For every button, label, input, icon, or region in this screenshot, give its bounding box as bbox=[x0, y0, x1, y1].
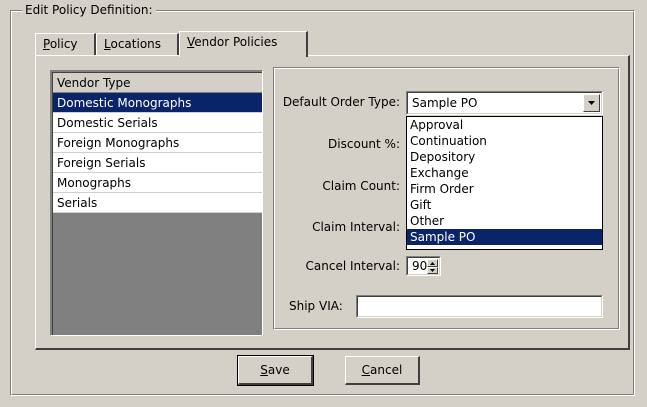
ship-via-input[interactable] bbox=[356, 295, 603, 318]
arrow-down-icon bbox=[430, 269, 435, 272]
dropdown-option[interactable]: Depository bbox=[407, 149, 602, 165]
ship-via-label: Ship VIA: bbox=[289, 299, 343, 313]
cancel-interval-input[interactable]: 90 bbox=[412, 259, 427, 273]
vendor-type-item[interactable]: Foreign Serials bbox=[53, 153, 262, 173]
vendor-type-header[interactable]: Vendor Type bbox=[53, 73, 262, 93]
tab-locations[interactable]: Locations bbox=[96, 33, 179, 55]
claim-interval-label: Claim Interval: bbox=[312, 220, 400, 234]
default-order-type-value: Sample PO bbox=[412, 96, 478, 110]
claim-count-label: Claim Count: bbox=[322, 179, 400, 193]
default-order-type-select[interactable]: Sample PO bbox=[406, 91, 603, 115]
discount-label: Discount %: bbox=[328, 137, 400, 151]
dropdown-option[interactable]: Exchange bbox=[407, 165, 602, 181]
tab-vendor-policies[interactable]: Vendor Policies bbox=[179, 31, 308, 57]
vendor-type-item[interactable]: Serials bbox=[53, 193, 262, 213]
dropdown-option[interactable]: Continuation bbox=[407, 133, 602, 149]
spin-down-button[interactable] bbox=[427, 267, 438, 274]
vendor-type-item[interactable]: Monographs bbox=[53, 173, 262, 193]
dropdown-option[interactable]: Other bbox=[407, 213, 602, 229]
spin-up-button[interactable] bbox=[427, 259, 438, 267]
vendor-type-list[interactable]: Vendor Type Domestic Monographs Domestic… bbox=[50, 70, 263, 336]
dropdown-option[interactable]: Gift bbox=[407, 197, 602, 213]
cancel-interval-label: Cancel Interval: bbox=[305, 259, 400, 273]
group-legend: Edit Policy Definition: bbox=[22, 3, 156, 17]
dropdown-option[interactable]: Firm Order bbox=[407, 181, 602, 197]
arrow-up-icon bbox=[430, 262, 435, 265]
default-order-type-label: Default Order Type: bbox=[282, 95, 400, 109]
vendor-type-item[interactable]: Foreign Monographs bbox=[53, 133, 262, 153]
dropdown-option[interactable]: Approval bbox=[407, 117, 602, 133]
dropdown-arrow-button[interactable] bbox=[583, 94, 600, 112]
vendor-type-item[interactable]: Domestic Serials bbox=[53, 113, 262, 133]
cancel-interval-spinner[interactable]: 90 bbox=[406, 256, 441, 276]
cancel-button[interactable]: Cancel bbox=[345, 356, 420, 385]
save-button[interactable]: Save bbox=[237, 355, 314, 386]
order-type-dropdown-list[interactable]: Approval Continuation Depository Exchang… bbox=[406, 116, 603, 250]
vendor-type-item[interactable]: Domestic Monographs bbox=[53, 93, 262, 113]
chevron-down-icon bbox=[588, 101, 595, 105]
tab-policy[interactable]: Policy bbox=[35, 33, 96, 55]
dropdown-option[interactable]: Sample PO bbox=[407, 229, 602, 245]
